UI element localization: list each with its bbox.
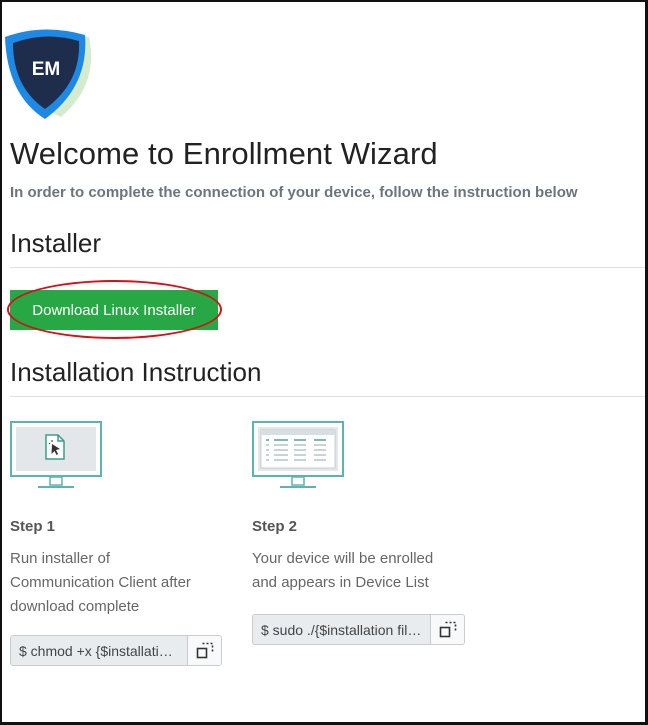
step-1-line: Communication Client after (10, 574, 191, 591)
step-1-command-text: $ chmod +x {$installation file name} (19, 642, 179, 659)
instruction-divider (10, 396, 645, 397)
step-1-command-field[interactable]: $ chmod +x {$installation file name} (11, 636, 189, 665)
page-title: Welcome to Enrollment Wizard (10, 136, 438, 171)
step-1-title: Step 1 (10, 518, 56, 535)
copy-icon (439, 621, 456, 637)
step-2-line: and appears in Device List (252, 574, 429, 591)
step-1-command-group: $ chmod +x {$installation file name} (10, 635, 222, 666)
page-subtitle: In order to complete the connection of y… (10, 184, 578, 201)
monitor-device-list-icon (252, 421, 344, 488)
step-2-copy-button[interactable] (431, 615, 464, 644)
step-2-description: Your device will be enrolled and appears… (252, 547, 482, 595)
step-2-title: Step 2 (252, 518, 298, 535)
installer-heading: Installer (10, 228, 102, 258)
step-2-line: Your device will be enrolled (252, 550, 434, 567)
installer-divider (10, 267, 645, 268)
step-2-command-group: $ sudo ./{$installation file name} (252, 614, 465, 645)
step-2-command-field[interactable]: $ sudo ./{$installation file name} (253, 615, 432, 644)
step-2-command-text: $ sudo ./{$installation file name} (261, 621, 422, 638)
step-1-description: Run installer of Communication Client af… (10, 547, 230, 619)
step-1-line: download complete (10, 598, 140, 615)
copy-icon (196, 642, 213, 658)
step-1-copy-button[interactable] (188, 636, 221, 665)
download-linux-installer-button[interactable]: Download Linux Installer (10, 290, 218, 330)
em-logo-icon: EM (5, 29, 92, 119)
logo-text: EM (32, 59, 61, 80)
instruction-heading: Installation Instruction (10, 357, 262, 387)
step-1-line: Run installer of (10, 550, 111, 567)
monitor-download-icon (10, 421, 102, 488)
